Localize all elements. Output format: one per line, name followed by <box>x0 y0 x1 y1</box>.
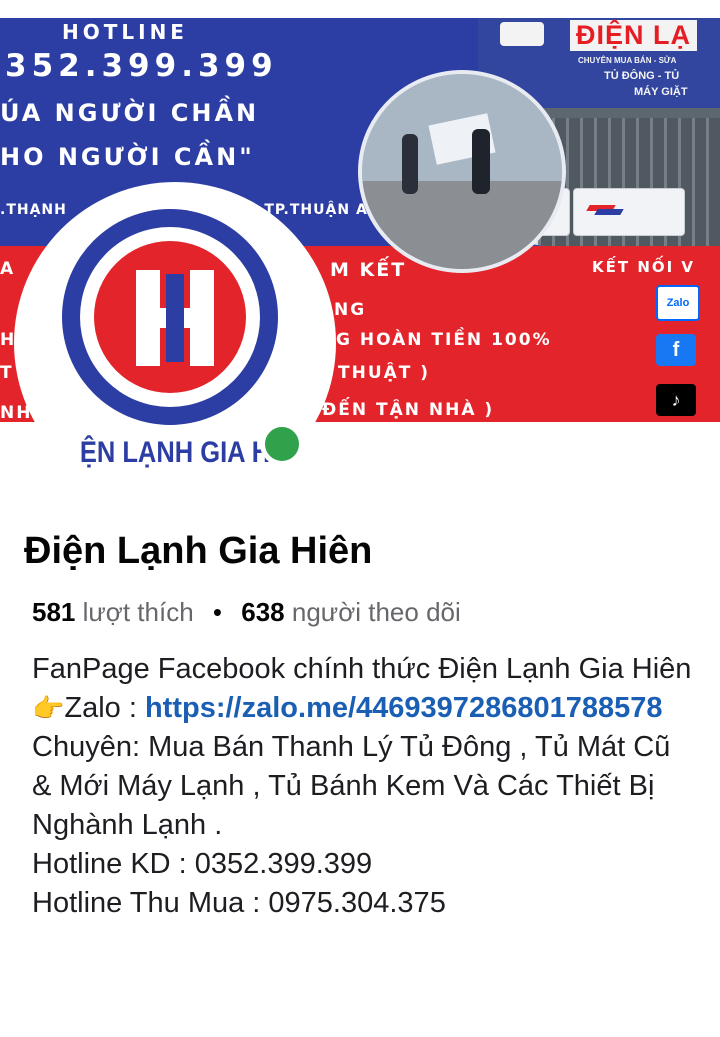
cover-hotline-number: 352.399.399 <box>5 48 278 84</box>
bio-zalo: 👉Zalo : https://zalo.me/4469397286801788… <box>32 689 692 728</box>
zalo-prefix: Zalo : <box>64 692 145 724</box>
cover-slogan-line1: ÚA NGƯỜI CHẦN <box>0 99 260 127</box>
separator-dot: • <box>212 597 223 627</box>
likes-label: lượt thích <box>82 597 194 627</box>
cover-red-line1-right: M KẾT <box>330 259 407 281</box>
cover-red-line4-right: THUẬT ) <box>338 363 431 383</box>
cover-red-line3-right: G HOÀN TIỀN 100% <box>336 330 552 350</box>
shop-sign-title: ĐIỆN LẠ <box>570 20 697 51</box>
cover-red-line1: A <box>0 259 16 279</box>
freezer-image <box>573 188 685 236</box>
bio-hotline-kd: Hotline KD : 0352.399.399 <box>32 848 373 880</box>
online-status-indicator <box>260 422 304 466</box>
shop-sign-logo <box>500 22 544 46</box>
tiktok-icon: ♪ <box>656 384 696 416</box>
bio-hotline-thumua: Hotline Thu Mua : 0975.304.375 <box>32 887 446 919</box>
pointing-hand-icon: 👉 <box>32 693 65 723</box>
followers-label: người theo dõi <box>291 597 461 627</box>
page-stats: 581 lượt thích • 638 người theo dõi <box>32 597 461 628</box>
facebook-icon: f <box>656 334 696 366</box>
cover-address-left: .THẠNH <box>0 202 67 218</box>
page-title[interactable]: Điện Lạnh Gia Hiên <box>24 530 372 573</box>
delivery-photo <box>358 70 566 273</box>
cover-connect-label: KẾT NỐI V <box>592 258 696 276</box>
shop-sign-line3: MÁY GIẶT <box>634 86 688 98</box>
logo-h-icon <box>136 270 214 366</box>
zalo-icon: Zalo <box>656 285 700 321</box>
page-bio: FanPage Facebook chính thức Điện Lạnh Gi… <box>32 650 692 923</box>
likes-count[interactable]: 581 <box>32 597 75 627</box>
shop-sign-line2: TỦ ĐÔNG - TỦ <box>604 70 680 82</box>
shop-sign-line1: CHUYÊN MUA BÁN - SỬA <box>578 56 677 65</box>
followers-count[interactable]: 638 <box>241 597 284 627</box>
cover-slogan-line2: HO NGƯỜI CẦN" <box>0 143 255 171</box>
cover-hotline-label: HOTLINE <box>62 20 188 44</box>
bio-specialty: Chuyên: Mua Bán Thanh Lý Tủ Đông , Tủ Má… <box>32 731 671 841</box>
cover-red-line4: T <box>0 363 14 383</box>
bio-intro: FanPage Facebook chính thức Điện Lạnh Gi… <box>32 653 692 685</box>
zalo-link[interactable]: https://zalo.me/4469397286801788578 <box>145 692 663 724</box>
cover-red-line2-right: NG <box>334 300 367 320</box>
cover-red-line5-right: ĐẾN TẬN NHÀ ) <box>322 400 495 420</box>
